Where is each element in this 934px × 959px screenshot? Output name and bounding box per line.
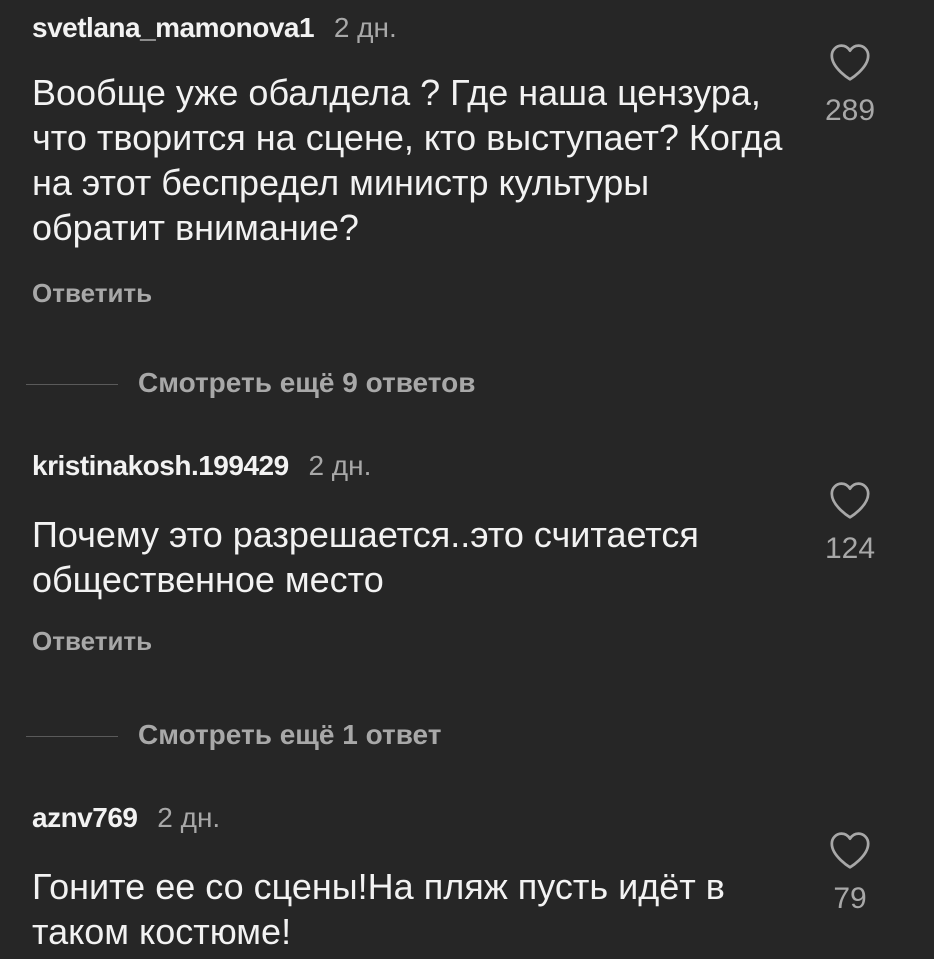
comment-meta: kristinakosh.199429 2 дн. <box>32 450 371 482</box>
view-more-replies-label[interactable]: Смотреть ещё 9 ответов <box>138 366 475 400</box>
divider-line <box>26 736 118 737</box>
comment-meta: svetlana_mamonova1 2 дн. <box>32 12 397 44</box>
view-more-replies[interactable]: Смотреть ещё 9 ответов <box>0 364 934 404</box>
comment-3: aznv769 2 дн. Гоните ее со сцены!На пляж… <box>0 802 934 959</box>
comment-username[interactable]: svetlana_mamonova1 <box>32 12 315 43</box>
like-control: 289 <box>800 42 900 128</box>
view-more-replies[interactable]: Смотреть ещё 1 ответ <box>0 716 934 756</box>
comment-1: svetlana_mamonova1 2 дн. Вообще уже обал… <box>0 12 934 332</box>
divider-line <box>26 384 118 385</box>
like-control: 124 <box>800 480 900 566</box>
like-count: 79 <box>833 882 867 915</box>
heart-outline-icon[interactable] <box>828 42 872 82</box>
reply-button[interactable]: Ответить <box>32 278 152 308</box>
comment-2: kristinakosh.199429 2 дн. Почему это раз… <box>0 450 934 670</box>
comment-time: 2 дн. <box>157 802 221 833</box>
view-more-replies-label[interactable]: Смотреть ещё 1 ответ <box>138 718 441 752</box>
heart-outline-icon[interactable] <box>828 480 872 520</box>
comment-text: Гоните ее со сцены!На пляж пусть идёт в … <box>32 866 725 952</box>
reply-button[interactable]: Ответить <box>32 626 152 656</box>
comment-meta: aznv769 2 дн. <box>32 802 220 834</box>
comment-time: 2 дн. <box>333 12 397 43</box>
comment-time: 2 дн. <box>308 450 372 481</box>
like-count: 289 <box>824 94 876 127</box>
like-count: 124 <box>824 532 876 565</box>
comment-username[interactable]: aznv769 <box>32 802 138 833</box>
comment-username[interactable]: kristinakosh.199429 <box>32 450 289 481</box>
comment-text: Вообще уже обалдела ? Где наша цензура, … <box>32 72 783 248</box>
comment-text: Почему это разрешается..это считается об… <box>32 514 699 600</box>
heart-outline-icon[interactable] <box>828 830 872 870</box>
like-control: 79 <box>800 830 900 916</box>
